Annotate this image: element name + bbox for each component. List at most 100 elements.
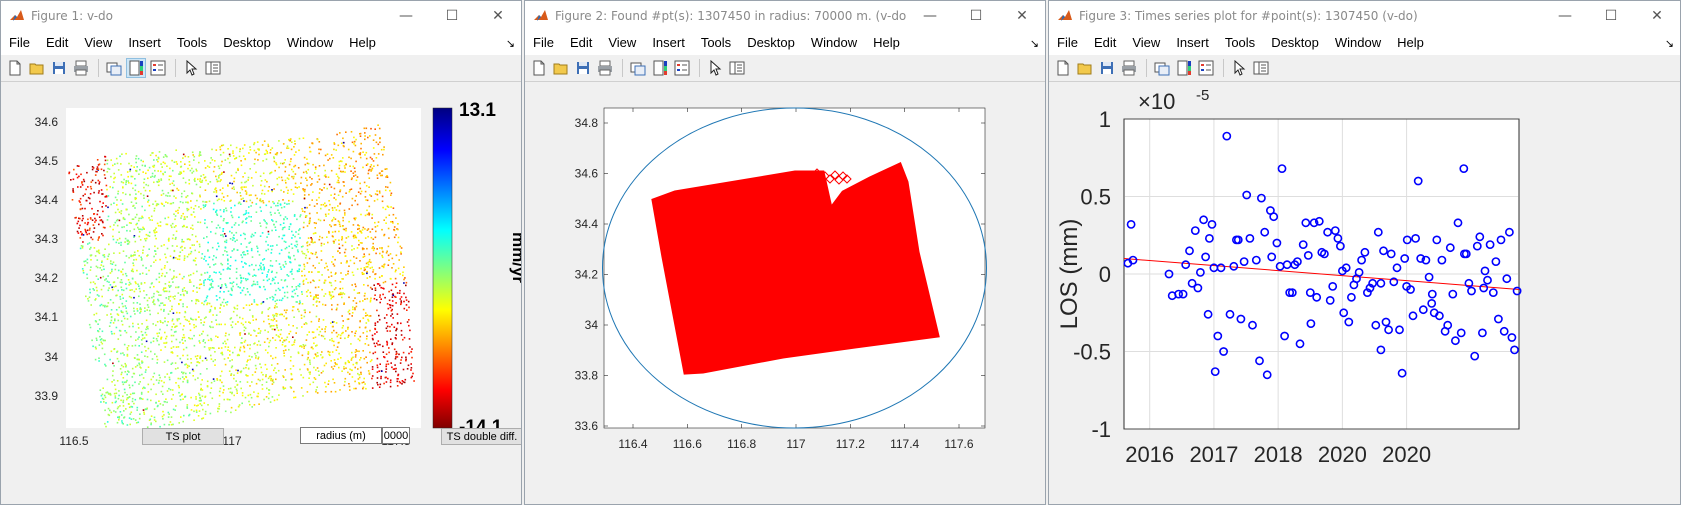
matlab-icon xyxy=(1057,8,1073,24)
menu-help[interactable]: Help xyxy=(865,31,908,55)
menu-edit[interactable]: Edit xyxy=(562,31,600,55)
menu-edit[interactable]: Edit xyxy=(38,31,76,55)
y-tick-label: 34 xyxy=(585,318,599,332)
y-tick-label: 34.2 xyxy=(575,268,599,282)
y-tick-label: 34.6 xyxy=(575,167,599,181)
radius-label-field[interactable]: radius (m) xyxy=(300,427,382,444)
maximize-button[interactable]: ☐ xyxy=(953,1,999,31)
new-figure-icon[interactable] xyxy=(529,58,549,78)
dock-icon[interactable]: ↘ xyxy=(506,37,515,50)
menu-file[interactable]: File xyxy=(1049,31,1086,55)
menubar: File Edit View Insert Tools Desktop Wind… xyxy=(1,31,521,55)
y-tick-label: 33.9 xyxy=(35,389,59,403)
menu-help[interactable]: Help xyxy=(341,31,384,55)
save-icon[interactable] xyxy=(573,58,593,78)
menu-file[interactable]: File xyxy=(1,31,38,55)
menu-desktop[interactable]: Desktop xyxy=(215,31,279,55)
menu-insert[interactable]: Insert xyxy=(644,31,693,55)
link-plot-icon[interactable] xyxy=(628,58,648,78)
menubar: File Edit View Insert Tools Desktop Wind… xyxy=(1049,31,1680,55)
selected-points xyxy=(651,161,940,375)
property-inspector-icon[interactable] xyxy=(203,58,223,78)
y-tick-label: 0 xyxy=(1099,262,1111,287)
x-tick-label: 2020 xyxy=(1382,442,1431,467)
menu-window[interactable]: Window xyxy=(279,31,341,55)
menu-insert[interactable]: Insert xyxy=(1168,31,1217,55)
open-file-icon[interactable] xyxy=(1075,58,1095,78)
x-tick-label: 117 xyxy=(222,434,241,448)
save-icon[interactable] xyxy=(49,58,69,78)
dock-icon[interactable]: ↘ xyxy=(1030,37,1039,50)
ts-double-diff-button[interactable]: TS double diff. xyxy=(441,428,521,445)
open-file-icon[interactable] xyxy=(27,58,47,78)
y-axis-label: LOS (mm) xyxy=(1056,219,1083,330)
maximize-button[interactable]: ☐ xyxy=(1588,1,1634,31)
legend-icon[interactable] xyxy=(148,58,168,78)
maximize-button[interactable]: ☐ xyxy=(429,1,475,31)
menu-desktop[interactable]: Desktop xyxy=(739,31,803,55)
y-tick-label: 0.5 xyxy=(1080,185,1111,210)
toolbar-separator xyxy=(1146,59,1147,77)
point-selection-plot[interactable]: 34.8 34.6 34.4 34.2 34 33.8 33.6 116.4 116.6 116.… xyxy=(525,82,1045,505)
menu-window[interactable]: Window xyxy=(803,31,865,55)
figure1-canvas: 34.634.534.434.334.234.13433.9116.511711… xyxy=(1,82,521,504)
menu-view[interactable]: View xyxy=(76,31,120,55)
x-tick-label: 116.8 xyxy=(727,437,756,451)
minimize-button[interactable]: — xyxy=(383,1,429,31)
close-button[interactable]: ✕ xyxy=(475,1,521,31)
print-icon[interactable] xyxy=(71,58,91,78)
property-inspector-icon[interactable] xyxy=(1251,58,1271,78)
link-plot-icon[interactable] xyxy=(104,58,124,78)
open-file-icon[interactable] xyxy=(551,58,571,78)
toolbar xyxy=(1,55,521,82)
menu-tools[interactable]: Tools xyxy=(1217,31,1263,55)
dock-icon[interactable]: ↘ xyxy=(1665,37,1674,50)
matlab-icon xyxy=(533,8,549,24)
edit-plot-arrow-icon[interactable] xyxy=(705,58,725,78)
los-timeseries-chart[interactable]: 1 0.5 0 -0.5 -1 2016 2017 2018 2020 2020 ×10 -5 LOS … xyxy=(1049,82,1680,505)
x-tick-label: 117.4 xyxy=(890,437,919,451)
figure3-titlebar[interactable]: Figure 3: Times series plot for #point(s… xyxy=(1049,1,1680,31)
menu-file[interactable]: File xyxy=(525,31,562,55)
print-icon[interactable] xyxy=(595,58,615,78)
colorbar-icon[interactable] xyxy=(1174,58,1194,78)
close-button[interactable]: ✕ xyxy=(999,1,1045,31)
figure1-titlebar[interactable]: Figure 1: v-do — ☐ ✕ xyxy=(1,1,521,31)
legend-icon[interactable] xyxy=(672,58,692,78)
x-tick-label: 117 xyxy=(786,437,805,451)
edit-plot-arrow-icon[interactable] xyxy=(181,58,201,78)
menu-view[interactable]: View xyxy=(600,31,644,55)
colorbar-icon[interactable] xyxy=(126,58,146,78)
new-figure-icon[interactable] xyxy=(5,58,25,78)
menu-desktop[interactable]: Desktop xyxy=(1263,31,1327,55)
close-button[interactable]: ✕ xyxy=(1634,1,1680,31)
ts-plot-button[interactable]: TS plot xyxy=(142,428,224,445)
legend-icon[interactable] xyxy=(1196,58,1216,78)
save-icon[interactable] xyxy=(1097,58,1117,78)
minimize-button[interactable]: — xyxy=(907,1,953,31)
menu-view[interactable]: View xyxy=(1124,31,1168,55)
y-tick-label: 34.6 xyxy=(35,115,59,129)
edit-plot-arrow-icon[interactable] xyxy=(1229,58,1249,78)
figure2-titlebar[interactable]: Figure 2: Found #pt(s): 1307450 in radiu… xyxy=(525,1,1045,31)
window-title: Figure 3: Times series plot for #point(s… xyxy=(1079,9,1418,23)
menu-tools[interactable]: Tools xyxy=(693,31,739,55)
new-figure-icon[interactable] xyxy=(1053,58,1073,78)
menu-tools[interactable]: Tools xyxy=(169,31,215,55)
property-inspector-icon[interactable] xyxy=(727,58,747,78)
y-exponent-power: -5 xyxy=(1196,87,1209,104)
link-plot-icon[interactable] xyxy=(1152,58,1172,78)
print-icon[interactable] xyxy=(1119,58,1139,78)
menu-insert[interactable]: Insert xyxy=(120,31,169,55)
y-tick-label: 1 xyxy=(1099,107,1111,132)
x-tick-label: 2016 xyxy=(1125,442,1174,467)
colorbar[interactable] xyxy=(432,107,453,429)
menu-edit[interactable]: Edit xyxy=(1086,31,1124,55)
colorbar-icon[interactable] xyxy=(650,58,670,78)
menu-window[interactable]: Window xyxy=(1327,31,1389,55)
menu-help[interactable]: Help xyxy=(1389,31,1432,55)
y-tick-label: -1 xyxy=(1091,417,1111,442)
x-tick-label: 117.2 xyxy=(836,437,865,451)
minimize-button[interactable]: — xyxy=(1542,1,1588,31)
radius-value-field[interactable]: 0000 xyxy=(382,427,410,444)
